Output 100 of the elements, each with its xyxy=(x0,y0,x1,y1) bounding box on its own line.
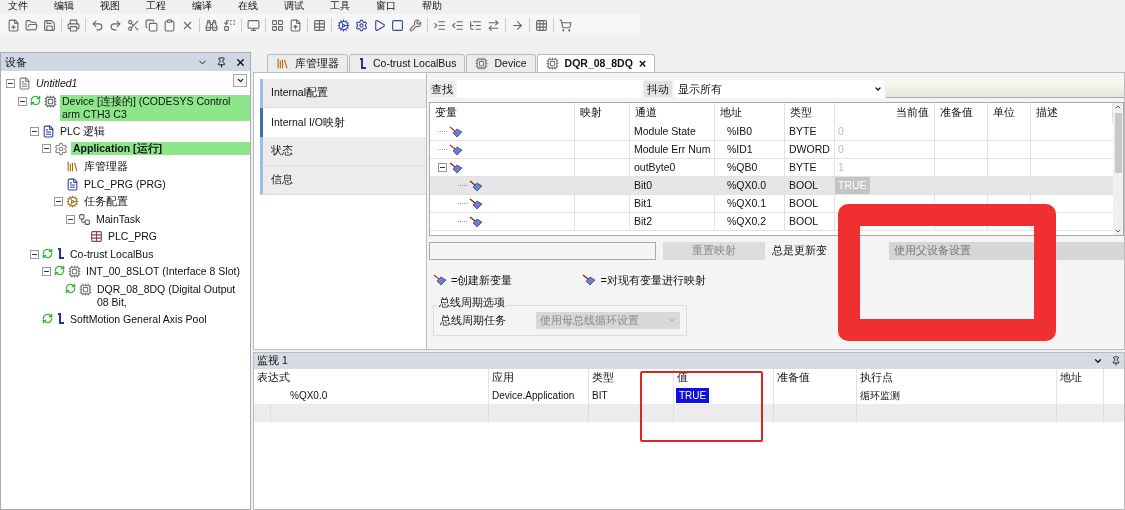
tree-dropdown-button[interactable] xyxy=(233,74,247,87)
menu-item[interactable]: 调试 xyxy=(284,1,304,11)
scroll-down-icon[interactable] xyxy=(1114,227,1122,235)
bus-icon xyxy=(358,57,367,70)
menu-item[interactable]: 编译 xyxy=(192,1,212,11)
dropdown-icon[interactable] xyxy=(1093,356,1103,366)
column-header[interactable]: 应用 xyxy=(489,369,589,386)
grid-icon[interactable] xyxy=(271,18,284,32)
show-filter-dropdown[interactable]: 显示所有 xyxy=(674,80,884,98)
column-header[interactable]: 类型 xyxy=(589,369,674,386)
column-header[interactable]: 执行点 xyxy=(857,369,1057,386)
export-icon[interactable] xyxy=(289,18,302,32)
new-file-icon[interactable] xyxy=(7,18,20,32)
bus-icon xyxy=(56,247,65,260)
menu-item[interactable]: 视图 xyxy=(100,1,120,11)
task-icon xyxy=(78,212,91,226)
collapse-icon[interactable] xyxy=(30,126,39,136)
monitor-icon[interactable] xyxy=(247,18,260,32)
collapse-icon[interactable] xyxy=(6,79,15,88)
replace-icon[interactable] xyxy=(223,18,236,32)
copy-icon[interactable] xyxy=(145,18,158,32)
column-header[interactable]: 值 xyxy=(674,369,774,386)
tree-item[interactable]: INT_00_8SLOT (Interface 8 Slot) xyxy=(84,265,242,278)
print-icon[interactable] xyxy=(67,18,80,32)
module-icon xyxy=(78,282,92,296)
cart-icon[interactable] xyxy=(559,18,572,32)
expression-cell-text: %QX0.0 xyxy=(290,388,328,403)
editor-tab[interactable]: DQR_08_8DQ × xyxy=(536,54,656,72)
collapse-icon[interactable] xyxy=(66,214,75,224)
binoculars-icon[interactable] xyxy=(205,18,218,32)
tree-item[interactable]: 任务配置 xyxy=(82,195,130,208)
input-variable-icon xyxy=(449,143,463,156)
editor-tab[interactable]: Device xyxy=(466,54,536,72)
scrollbar[interactable] xyxy=(1113,103,1123,235)
scroll-up-icon[interactable] xyxy=(1114,103,1122,111)
tree-item[interactable]: DQR_08_8DQ (Digital Output 08 Bit, xyxy=(94,282,250,309)
close-icon[interactable] xyxy=(235,56,246,68)
device-icon xyxy=(44,94,57,108)
input-variable-icon xyxy=(433,274,447,287)
caret-icon xyxy=(235,76,245,85)
collapse-icon[interactable] xyxy=(30,249,39,259)
application-cell-text: Device.Application xyxy=(492,388,575,403)
menu-item[interactable]: 工具 xyxy=(330,1,350,11)
save-icon[interactable] xyxy=(43,18,56,32)
io-row[interactable]: Module Err Num %ID1 DWORD 0 xyxy=(430,141,1113,159)
wrench-icon[interactable] xyxy=(409,18,422,32)
cut-icon[interactable] xyxy=(127,18,140,32)
tree-item[interactable]: PLC_PRG xyxy=(106,230,160,243)
tree-item[interactable]: PLC 逻辑 xyxy=(58,124,108,138)
menu-item[interactable]: 窗口 xyxy=(376,1,396,11)
menu-item[interactable]: 编辑 xyxy=(54,1,74,11)
tab-close-button[interactable]: × xyxy=(638,57,647,70)
caret-icon xyxy=(668,316,676,324)
tree-item[interactable]: SoftMotion General Axis Pool xyxy=(68,312,209,326)
tree-item[interactable]: Device [连接的] (CODESYS Control arm CTH3 C3 xyxy=(60,94,250,121)
arrow-icon[interactable] xyxy=(511,18,524,32)
tree-item[interactable]: MainTask xyxy=(94,212,143,226)
menu-item[interactable]: 在线 xyxy=(238,1,258,11)
open-folder-icon[interactable] xyxy=(25,18,38,32)
menu-item[interactable]: 帮助 xyxy=(422,1,442,11)
tree-item[interactable]: Application [运行] xyxy=(71,142,250,155)
side-tab[interactable]: 信息 xyxy=(260,166,426,195)
collapse-icon[interactable] xyxy=(42,144,51,153)
undo-icon[interactable] xyxy=(91,18,104,32)
io-row[interactable]: outByte0 %QB0 BYTE 1 xyxy=(430,159,1113,177)
column-header[interactable]: 表达式 xyxy=(254,369,489,386)
play-icon[interactable] xyxy=(373,18,386,32)
tree-item[interactable]: Untitled1 xyxy=(34,77,80,90)
menu-item[interactable]: 工程 xyxy=(146,1,166,11)
side-tab[interactable]: 状态 xyxy=(260,137,426,166)
books-icon xyxy=(66,160,79,173)
collapse-icon[interactable] xyxy=(18,96,27,106)
program-icon xyxy=(66,177,79,191)
menu-item[interactable]: 文件 xyxy=(8,1,28,11)
output-variable-icon xyxy=(449,161,463,174)
stop-icon[interactable] xyxy=(391,18,404,32)
io-row[interactable]: Module State %IB0 BYTE 0 xyxy=(430,123,1113,141)
tree-item[interactable]: PLC_PRG (PRG) xyxy=(82,177,168,191)
current-value-cell-text: 1 xyxy=(837,159,845,175)
editor-tab[interactable]: 库管理器 xyxy=(267,54,348,72)
side-tab[interactable]: Internal配置 xyxy=(260,79,426,108)
tree-item[interactable]: 库管理器 xyxy=(82,160,130,173)
collapse-icon[interactable] xyxy=(438,163,447,172)
value-cell: TRUE xyxy=(676,387,710,403)
filter-field[interactable] xyxy=(886,80,1124,98)
io-row[interactable]: Bit0 %QX0.0 BOOL TRUE xyxy=(430,177,1113,195)
table-icon[interactable] xyxy=(313,18,326,32)
output-variable-icon xyxy=(582,274,597,287)
type-cell: BOOL xyxy=(785,213,835,231)
collapse-icon[interactable] xyxy=(54,197,63,206)
column-header[interactable]: 地址 xyxy=(1057,369,1104,386)
column-header[interactable]: 准备值 xyxy=(774,369,857,386)
paste-icon[interactable] xyxy=(163,18,176,32)
redo-icon[interactable] xyxy=(109,18,122,32)
editor-tab[interactable]: Co-trust LocalBus xyxy=(349,54,466,72)
collapse-icon[interactable] xyxy=(42,267,51,276)
pin-icon[interactable] xyxy=(1111,356,1121,366)
pin-icon[interactable] xyxy=(216,56,227,68)
tree-item[interactable]: Co-trust LocalBus xyxy=(68,247,156,261)
mapping-field[interactable] xyxy=(429,241,656,260)
